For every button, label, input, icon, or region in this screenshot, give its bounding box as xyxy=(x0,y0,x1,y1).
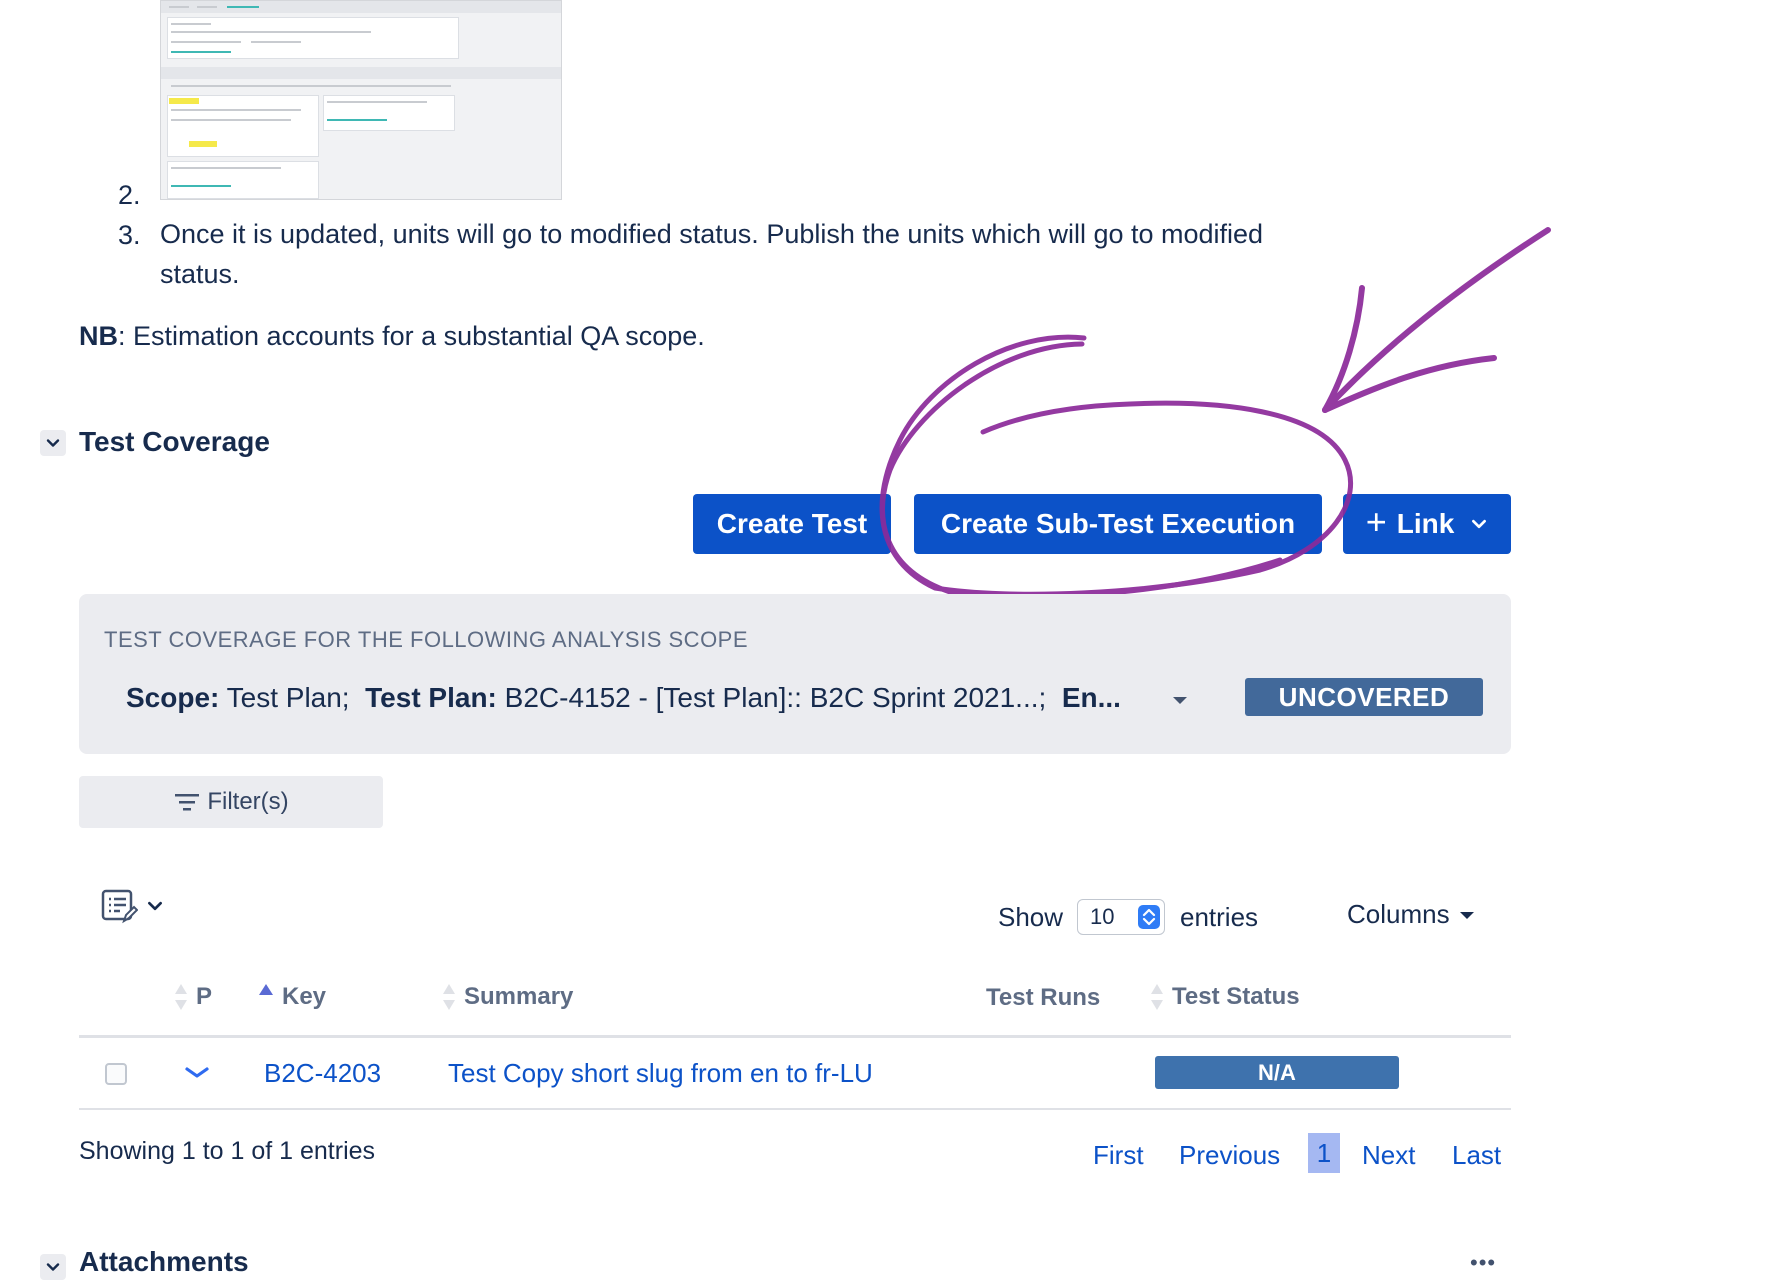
caret-down-icon xyxy=(1459,911,1474,919)
list-edit-icon xyxy=(101,889,138,924)
column-header-summary[interactable]: Summary xyxy=(442,982,573,1012)
annotation-arrow xyxy=(1322,227,1551,413)
table-view-options[interactable] xyxy=(100,888,164,924)
issue-summary-link[interactable]: Test Copy short slug from en to fr-LU xyxy=(448,1058,873,1089)
pagination-info: Showing 1 to 1 of 1 entries xyxy=(79,1137,376,1165)
attachments-collapse-toggle[interactable] xyxy=(40,1254,66,1280)
pagination-next[interactable]: Next xyxy=(1362,1140,1415,1171)
chevron-down-icon xyxy=(46,1263,60,1271)
pagination-last[interactable]: Last xyxy=(1452,1140,1501,1171)
test-status-badge: N/A xyxy=(1155,1056,1399,1089)
pagination-page-current[interactable]: 1 xyxy=(1308,1133,1340,1173)
scope-value: Test Plan; xyxy=(219,682,350,713)
scope-summary[interactable]: Scope: Test Plan; Test Plan: B2C-4152 - … xyxy=(126,682,1121,714)
column-header-key[interactable]: Key xyxy=(258,982,326,1012)
column-header-test-status-label: Test Status xyxy=(1172,983,1300,1010)
chevron-down-icon xyxy=(148,901,162,911)
scope-panel-heading: TEST COVERAGE FOR THE FOLLOWING ANALYSIS… xyxy=(104,627,749,652)
coverage-status-badge: UNCOVERED xyxy=(1245,678,1483,716)
table-row-divider xyxy=(79,1108,1511,1110)
filter-button[interactable]: Filter(s) xyxy=(79,776,383,828)
columns-button-label: Columns xyxy=(1347,899,1450,929)
more-options-icon[interactable]: ••• xyxy=(1470,1250,1496,1276)
row-select-checkbox[interactable] xyxy=(105,1063,127,1085)
issue-key-link[interactable]: B2C-4203 xyxy=(264,1058,381,1089)
sort-icon xyxy=(1151,984,1163,1010)
column-header-test-status[interactable]: Test Status xyxy=(1150,982,1300,1012)
filter-icon xyxy=(175,794,200,811)
column-header-priority[interactable]: P xyxy=(174,982,212,1012)
filter-button-label: Filter(s) xyxy=(207,788,289,815)
show-label: Show xyxy=(998,902,1064,932)
columns-button[interactable]: Columns xyxy=(1347,899,1476,930)
entries-per-page-value: 10 xyxy=(1090,904,1115,929)
sort-ascending-icon xyxy=(259,984,273,995)
analysis-scope-panel xyxy=(79,594,1511,754)
column-header-summary-label: Summary xyxy=(464,983,574,1010)
select-spinner-icon xyxy=(1138,905,1160,929)
entries-per-page-select[interactable]: 10 xyxy=(1077,899,1165,935)
pagination-previous[interactable]: Previous xyxy=(1179,1140,1280,1171)
environment-label: En... xyxy=(1061,682,1121,713)
column-header-key-label: Key xyxy=(282,983,327,1010)
priority-low-chevron-down-icon xyxy=(185,1067,209,1078)
annotation-circle xyxy=(879,334,1353,599)
test-plan-value: B2C-4152 - [Test Plan]:: B2C Sprint 2021… xyxy=(496,682,1047,713)
attachments-title: Attachments xyxy=(79,1246,249,1277)
column-header-test-runs: Test Runs xyxy=(986,984,1101,1011)
caret-down-icon[interactable] xyxy=(1170,693,1190,707)
pagination-first[interactable]: First xyxy=(1093,1140,1144,1171)
sort-icon xyxy=(175,984,187,1010)
sort-icon xyxy=(443,984,455,1010)
test-plan-label: Test Plan: xyxy=(365,682,497,713)
column-header-priority-label: P xyxy=(196,983,213,1010)
scope-label: Scope: xyxy=(126,682,220,713)
entries-label: entries xyxy=(1180,902,1259,932)
